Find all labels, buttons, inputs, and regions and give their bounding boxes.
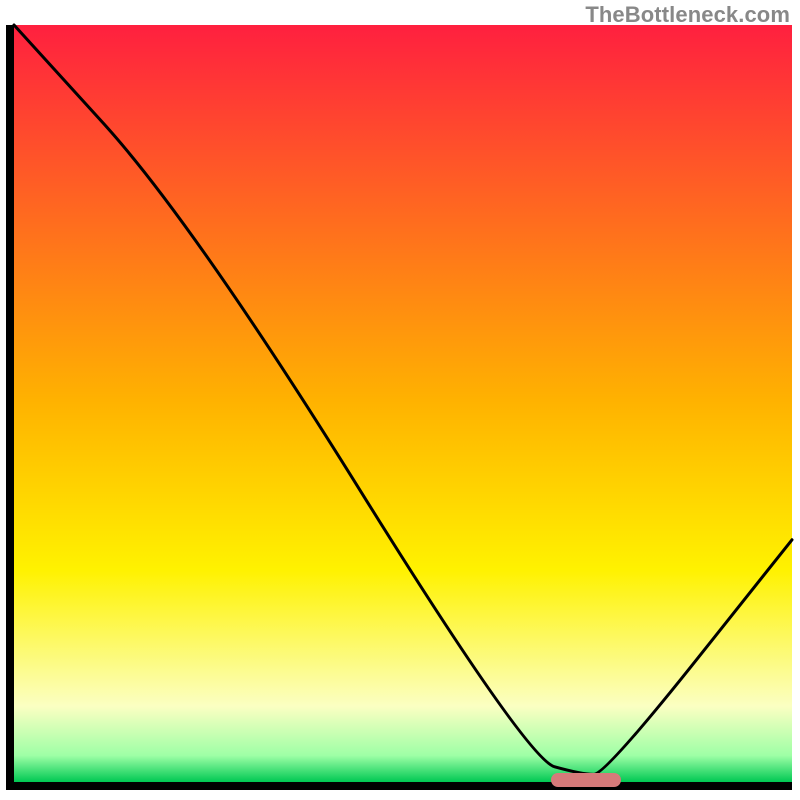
optimal-range-marker xyxy=(551,773,621,787)
gradient-background xyxy=(14,25,792,782)
chart-svg xyxy=(0,0,800,800)
attribution-text: TheBottleneck.com xyxy=(585,2,790,28)
chart-canvas: TheBottleneck.com xyxy=(0,0,800,800)
x-axis xyxy=(6,782,792,790)
y-axis xyxy=(6,25,14,790)
